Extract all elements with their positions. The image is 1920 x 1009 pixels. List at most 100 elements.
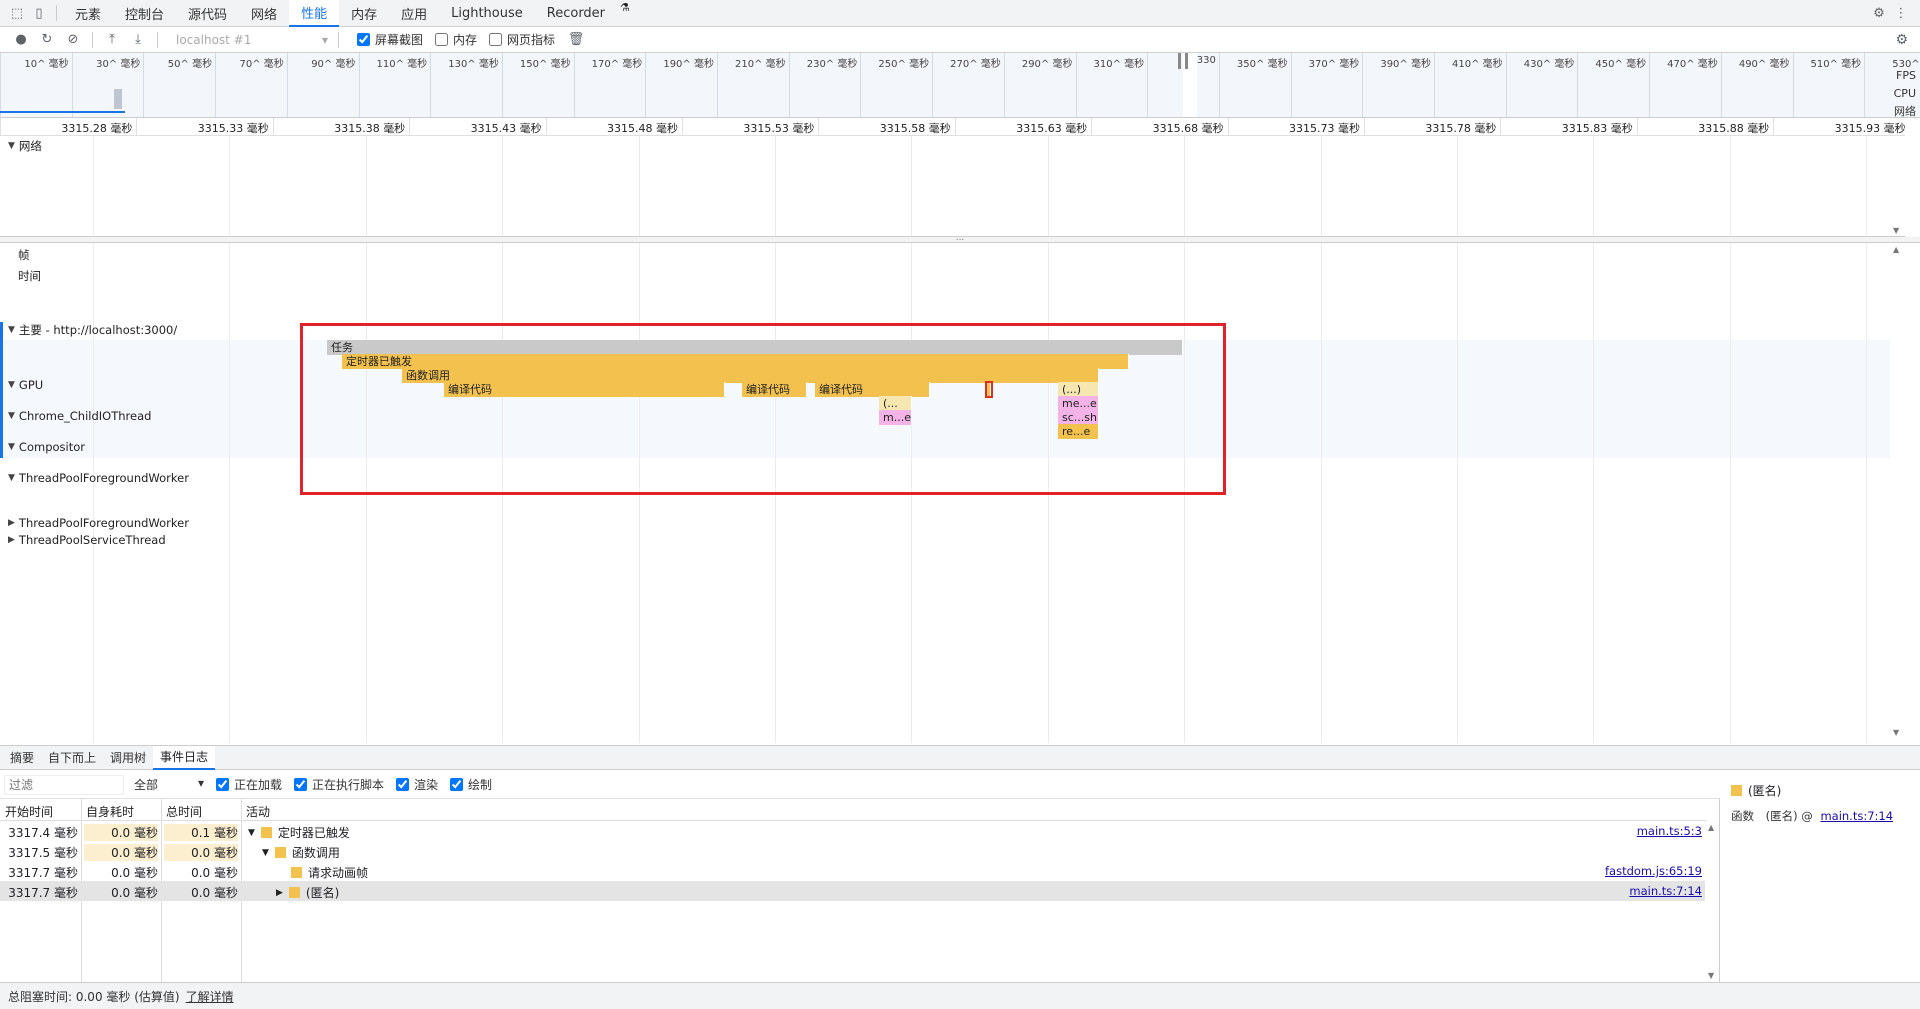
selection-handle-right[interactable] — [1185, 53, 1188, 69]
compositor-track-header[interactable]: ▼ Compositor — [8, 440, 85, 454]
tab-0[interactable]: 元素 — [63, 0, 113, 27]
collapsed-triangle-icon[interactable]: ▶ — [276, 888, 283, 898]
scroll-down-icon[interactable]: ▼ — [1893, 728, 1899, 737]
screenshots-checkbox[interactable]: 屏幕截图 — [357, 31, 423, 48]
details-function-link[interactable]: main.ts:7:14 — [1820, 809, 1893, 823]
ruler-tick-label: 3315.93 毫秒 — [1834, 122, 1906, 135]
settings-gear-icon[interactable]: ⚙ — [1868, 3, 1890, 25]
eventlog-scrollbar[interactable]: ▲ ▼ — [1705, 821, 1719, 982]
learn-more-link[interactable]: 了解详情 — [186, 988, 234, 1005]
ruler-tick: 3315.58 毫秒 — [818, 118, 954, 136]
filter-input[interactable] — [4, 774, 124, 795]
expanded-triangle-icon[interactable]: ▼ — [262, 848, 269, 858]
overview-tick-label: 10^ 毫秒 — [24, 59, 69, 70]
timings-track-title[interactable]: 时间 — [18, 268, 41, 284]
ruler-tick-label: 3315.63 毫秒 — [1016, 122, 1088, 135]
loading-label: 正在加载 — [234, 778, 283, 792]
device-toolbar-icon[interactable]: ▯ — [28, 2, 50, 24]
eventlog-row[interactable]: 3317.5 毫秒 0.0 毫秒 0.0 毫秒 ▼ 函数调用 — [0, 841, 1706, 861]
network-section-header[interactable]: ▼ 网络 — [8, 138, 42, 154]
activity-cell: ▶ (匿名) — [276, 884, 339, 901]
garbage-collect-trash-icon[interactable]: 🗑 — [563, 29, 589, 51]
timeline-overview[interactable]: 10^ 毫秒 30^ 毫秒 50^ 毫秒 70^ 毫秒 90^ 毫秒 110^ 毫秒 130… — [0, 53, 1920, 118]
download-profile-icon[interactable]: ⤓ — [125, 29, 151, 51]
bottom-tab-0[interactable]: 摘要 — [3, 746, 41, 770]
tab-3[interactable]: 网络 — [239, 0, 289, 27]
profile-select[interactable]: localhost #1 ▾ — [172, 31, 332, 49]
memory-checkbox[interactable]: 内存 — [435, 31, 477, 48]
bottom-tab-2[interactable]: 调用树 — [103, 746, 153, 770]
reload-record-icon[interactable]: ↻ — [34, 29, 60, 51]
tracks-scrollbar[interactable]: ▲ ▼ — [1890, 243, 1905, 743]
threadpool-service-track-header[interactable]: ▶ ThreadPoolServiceThread — [8, 533, 166, 547]
network-pane: ▼ 网络 ▼ — [0, 136, 1905, 237]
ruler-tick-label: 3315.28 毫秒 — [61, 122, 133, 135]
selection-handle-left[interactable] — [1178, 53, 1181, 69]
source-link[interactable]: main.ts:7:14 — [1629, 884, 1702, 898]
header-total-time[interactable]: 总时间 — [166, 803, 202, 820]
loading-checkbox-input[interactable] — [216, 778, 229, 791]
bottom-tab-1[interactable]: 自下而上 — [41, 746, 103, 770]
eventlog-row[interactable]: 3317.4 毫秒 0.0 毫秒 0.1 毫秒 ▼ 定时器已触发 main.ts:5:3 — [0, 821, 1706, 841]
child-io-track-header[interactable]: ▼ Chrome_ChildIOThread — [8, 409, 151, 423]
capture-settings-gear-icon[interactable]: ⚙ — [1895, 32, 1908, 48]
upload-profile-icon[interactable]: ⤒ — [99, 29, 125, 51]
webvitals-checkbox-input[interactable] — [489, 33, 503, 46]
tab-1[interactable]: 控制台 — [113, 0, 176, 27]
more-options-icon[interactable]: ⋮ — [1890, 3, 1912, 25]
rendering-checkbox-input[interactable] — [396, 778, 410, 791]
header-self-time[interactable]: 自身耗时 — [86, 803, 134, 820]
threadpool-fg-track-header[interactable]: ▼ ThreadPoolForegroundWorker — [8, 471, 189, 485]
webvitals-checkbox[interactable]: 网页指标 — [489, 31, 555, 48]
frames-track-title[interactable]: 帧 — [18, 247, 30, 263]
screenshots-checkbox-input[interactable] — [357, 33, 370, 46]
overview-tick-label: 370^ 毫秒 — [1308, 59, 1360, 70]
main-thread-header[interactable]: ▼ 主要 - http://localhost:3000/ — [8, 322, 177, 338]
painting-checkbox-input[interactable] — [450, 778, 464, 791]
threadpool-fg-track-title: ThreadPoolForegroundWorker — [18, 471, 189, 485]
category-select[interactable]: 全部 ▾ — [134, 776, 204, 793]
tab-6[interactable]: 应用 — [389, 0, 439, 27]
overview-tick-label: 470^ 毫秒 — [1667, 59, 1718, 70]
threadpool-fg-track-header[interactable]: ▶ ThreadPoolForegroundWorker — [8, 516, 189, 530]
tab-5[interactable]: 内存 — [339, 0, 389, 27]
tab-4[interactable]: 性能 — [289, 0, 340, 27]
scroll-up-icon[interactable]: ▲ — [1708, 823, 1714, 832]
memory-checkbox-input[interactable] — [435, 33, 449, 46]
webvitals-label: 网页指标 — [507, 33, 556, 47]
rendering-checkbox[interactable]: 渲染 — [396, 776, 438, 793]
tab-2[interactable]: 源代码 — [176, 0, 239, 27]
bottom-tab-3[interactable]: 事件日志 — [153, 745, 216, 770]
scroll-up-icon[interactable]: ▲ — [1893, 245, 1899, 254]
grid-line — [1866, 136, 1868, 236]
painting-checkbox[interactable]: 绘制 — [450, 776, 492, 793]
overview-tick: 470^ 毫秒 — [1649, 53, 1721, 117]
scripting-checkbox-input[interactable] — [294, 778, 308, 791]
scripting-checkbox[interactable]: 正在执行脚本 — [294, 776, 384, 793]
clear-icon[interactable]: ⊘ — [60, 29, 86, 51]
overview-tick-label: 350^ 毫秒 — [1236, 59, 1288, 70]
header-start-time[interactable]: 开始时间 — [5, 803, 53, 820]
record-button-icon[interactable]: ● — [8, 29, 34, 51]
expanded-triangle-icon[interactable]: ▼ — [248, 828, 255, 838]
eventlog-row[interactable]: 3317.7 毫秒 0.0 毫秒 0.0 毫秒 请求动画帧 fastdom.js:65:… — [0, 861, 1706, 881]
grid-line — [1593, 243, 1595, 743]
loading-checkbox[interactable]: 正在加载 — [216, 776, 282, 793]
overview-tick: 130^ 毫秒 — [430, 53, 502, 117]
tab-8[interactable]: Recorder — [535, 0, 617, 27]
gpu-track-header[interactable]: ▼ GPU — [8, 378, 43, 392]
expand-triangle-icon: ▼ — [8, 473, 15, 483]
overview-tick-label: 270^ 毫秒 — [950, 59, 1001, 70]
inspect-element-icon[interactable]: ⬚ — [6, 2, 28, 24]
scroll-down-icon[interactable]: ▼ — [1708, 971, 1714, 980]
details-title-text: (匿名) — [1748, 784, 1782, 798]
overview-selection-window[interactable] — [1178, 53, 1197, 117]
tab-7[interactable]: Lighthouse — [439, 0, 535, 27]
source-link[interactable]: main.ts:5:3 — [1637, 824, 1702, 838]
header-activity[interactable]: 活动 — [246, 803, 270, 820]
scroll-down-icon[interactable]: ▼ — [1893, 226, 1899, 235]
network-scrollbar[interactable]: ▼ — [1890, 136, 1905, 236]
eventlog-row[interactable]: 3317.7 毫秒 0.0 毫秒 0.0 毫秒 ▶ (匿名) main.ts:7:14 — [0, 881, 1706, 901]
profile-select-value: localhost #1 — [176, 32, 252, 47]
source-link[interactable]: fastdom.js:65:19 — [1605, 864, 1702, 878]
